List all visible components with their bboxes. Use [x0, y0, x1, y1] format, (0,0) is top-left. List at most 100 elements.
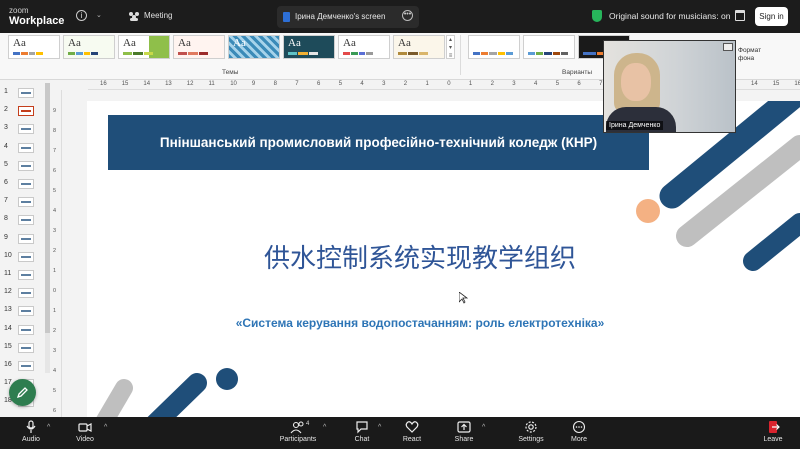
share-screen-icon — [457, 421, 471, 433]
chat-options-chevron[interactable]: ^ — [378, 424, 381, 431]
slide-thumbnail-image — [18, 361, 34, 371]
slide-thumbnail[interactable]: 4 — [0, 139, 46, 157]
theme-tile[interactable]: Aa — [338, 35, 390, 59]
shared-screen-indicator[interactable]: Ірина Демченко's screen ••• — [277, 6, 419, 28]
slide-thumbnail[interactable]: 7 — [0, 193, 46, 211]
chat-icon — [356, 421, 368, 434]
participant-video[interactable]: Ірина Демченко — [603, 40, 736, 133]
slide-thumbnail-image — [18, 288, 34, 299]
slide-thumbnail-image — [18, 251, 34, 262]
react-button[interactable]: React — [401, 420, 423, 443]
chat-button[interactable]: Chat — [352, 420, 372, 443]
slide-thumbnail[interactable]: 5 — [0, 157, 46, 175]
more-options-icon[interactable]: ••• — [402, 10, 413, 21]
more-button[interactable]: More — [568, 420, 590, 443]
annotate-pen-button[interactable] — [9, 379, 36, 406]
theme-tile[interactable]: Aa — [118, 35, 170, 59]
ruler-tick-label: 4 — [534, 81, 538, 87]
slide-thumbnail-image — [18, 88, 34, 98]
theme-tile[interactable]: Aa — [173, 35, 225, 59]
thumbnails-scrollbar[interactable] — [45, 83, 50, 373]
ruler-tick-label: 6 — [53, 168, 57, 174]
slide-thumbnail[interactable]: 12 — [0, 284, 46, 302]
calendar-icon[interactable] — [735, 10, 745, 21]
share-button[interactable]: Share — [453, 420, 475, 443]
slide-thumbnail[interactable]: 13 — [0, 302, 46, 320]
leave-button[interactable]: Leave — [762, 420, 784, 443]
meeting-controls-toolbar: Audio ^ Video ^ Participants 4 ^ Chat ^ … — [0, 417, 800, 449]
zoom-logo: zoom Workplace — [9, 6, 64, 27]
info-icon[interactable]: i — [76, 10, 87, 21]
slide-thumbnail-image — [18, 233, 34, 244]
variant-tile[interactable] — [523, 35, 575, 59]
original-sound-status[interactable]: Original sound for musicians: on — [609, 11, 730, 21]
ruler-tick-label: 5 — [53, 388, 57, 394]
video-button[interactable]: Video — [74, 420, 96, 443]
theme-tile[interactable]: Aa — [228, 35, 280, 59]
slide-thumbnail-image — [18, 179, 34, 189]
slide-thumbnail[interactable]: 10 — [0, 248, 46, 266]
slide-thumbnail-image — [18, 197, 34, 208]
slide-thumbnail[interactable]: 14 — [0, 321, 46, 339]
slide-thumbnail[interactable]: 8 — [0, 211, 46, 229]
ruler-tick-label: 14 — [751, 81, 758, 87]
slide-thumbnail-image — [18, 215, 34, 226]
ruler-tick-label: 3 — [382, 81, 386, 87]
ruler-tick-label: 16 — [100, 81, 107, 87]
more-icon — [572, 420, 586, 434]
participants-options-chevron[interactable]: ^ — [323, 424, 326, 431]
shield-check-icon — [592, 10, 602, 22]
video-options-chevron[interactable]: ^ — [104, 424, 107, 431]
slide-canvas[interactable]: Пніншанський промисловий професійно-техн… — [87, 101, 800, 417]
college-title-band: Пніншанський промисловий професійно-техн… — [108, 115, 649, 170]
slide-thumbnail[interactable]: 9 — [0, 230, 46, 248]
audio-button[interactable]: Audio — [20, 420, 42, 443]
ruler-tick-label: 2 — [403, 81, 408, 87]
zoom-window: zoom Workplace i ⌄ Meeting Ірина Демченк… — [0, 0, 800, 449]
settings-button[interactable]: Settings — [516, 420, 546, 443]
slide-thumbnail[interactable]: 1 — [0, 84, 46, 102]
gear-icon — [525, 421, 537, 433]
slide-thumbnail[interactable]: 2 — [0, 102, 46, 120]
slide-thumbnail[interactable]: 15 — [0, 339, 46, 357]
slide-number: 6 — [4, 179, 8, 186]
slide-thumbnail[interactable]: 6 — [0, 175, 46, 193]
slide-number: 11 — [4, 270, 12, 277]
ruler-tick-label: 6 — [53, 408, 57, 414]
video-options-icon[interactable] — [723, 43, 733, 51]
gallery-scroll-buttons[interactable]: ▴ ▾ ≡ — [446, 35, 455, 59]
slide-number: 13 — [4, 306, 12, 314]
theme-tile[interactable]: Aa — [283, 35, 335, 59]
theme-tile[interactable]: Aa — [393, 35, 445, 59]
ruler-tick-label: 16 — [794, 81, 800, 87]
slide-thumbnail[interactable]: 3 — [0, 120, 46, 138]
theme-tile[interactable]: Aa — [8, 35, 60, 59]
chevron-down-icon[interactable]: ⌄ — [96, 11, 102, 19]
ruler-tick-label: 2 — [490, 81, 494, 87]
ribbon-separator — [460, 35, 461, 75]
slide-subtitle: «Система керування водопостачанням: роль… — [235, 316, 605, 330]
share-options-chevron[interactable]: ^ — [482, 424, 485, 431]
meeting-icon — [129, 12, 139, 21]
ruler-tick-label: 4 — [53, 208, 57, 214]
ruler-tick-label: 2 — [53, 328, 57, 334]
ruler-tick-label: 8 — [273, 81, 277, 87]
ruler-tick-label: 9 — [53, 108, 57, 114]
variant-tile[interactable] — [468, 35, 520, 59]
ruler-tick-label: 6 — [317, 81, 321, 87]
ruler-tick-label: 13 — [165, 81, 172, 87]
slide-thumbnail[interactable]: 16 — [0, 357, 46, 375]
slide-number: 12 — [4, 288, 12, 296]
format-background-button[interactable]: Формат фона — [738, 47, 761, 63]
participants-button[interactable]: Participants — [278, 420, 318, 443]
ruler-tick-label: 7 — [53, 148, 57, 154]
ruler-tick-label: 8 — [53, 128, 57, 134]
ruler-tick-label: 9 — [251, 81, 256, 87]
ruler-tick-label: 0 — [447, 81, 451, 87]
theme-tile[interactable]: Aa — [63, 35, 115, 59]
meeting-label[interactable]: Meeting — [144, 11, 172, 20]
slide-thumbnail-image — [18, 324, 34, 335]
audio-options-chevron[interactable]: ^ — [47, 424, 50, 431]
sign-in-button[interactable]: Sign in — [755, 7, 788, 26]
slide-thumbnail[interactable]: 11 — [0, 266, 46, 284]
